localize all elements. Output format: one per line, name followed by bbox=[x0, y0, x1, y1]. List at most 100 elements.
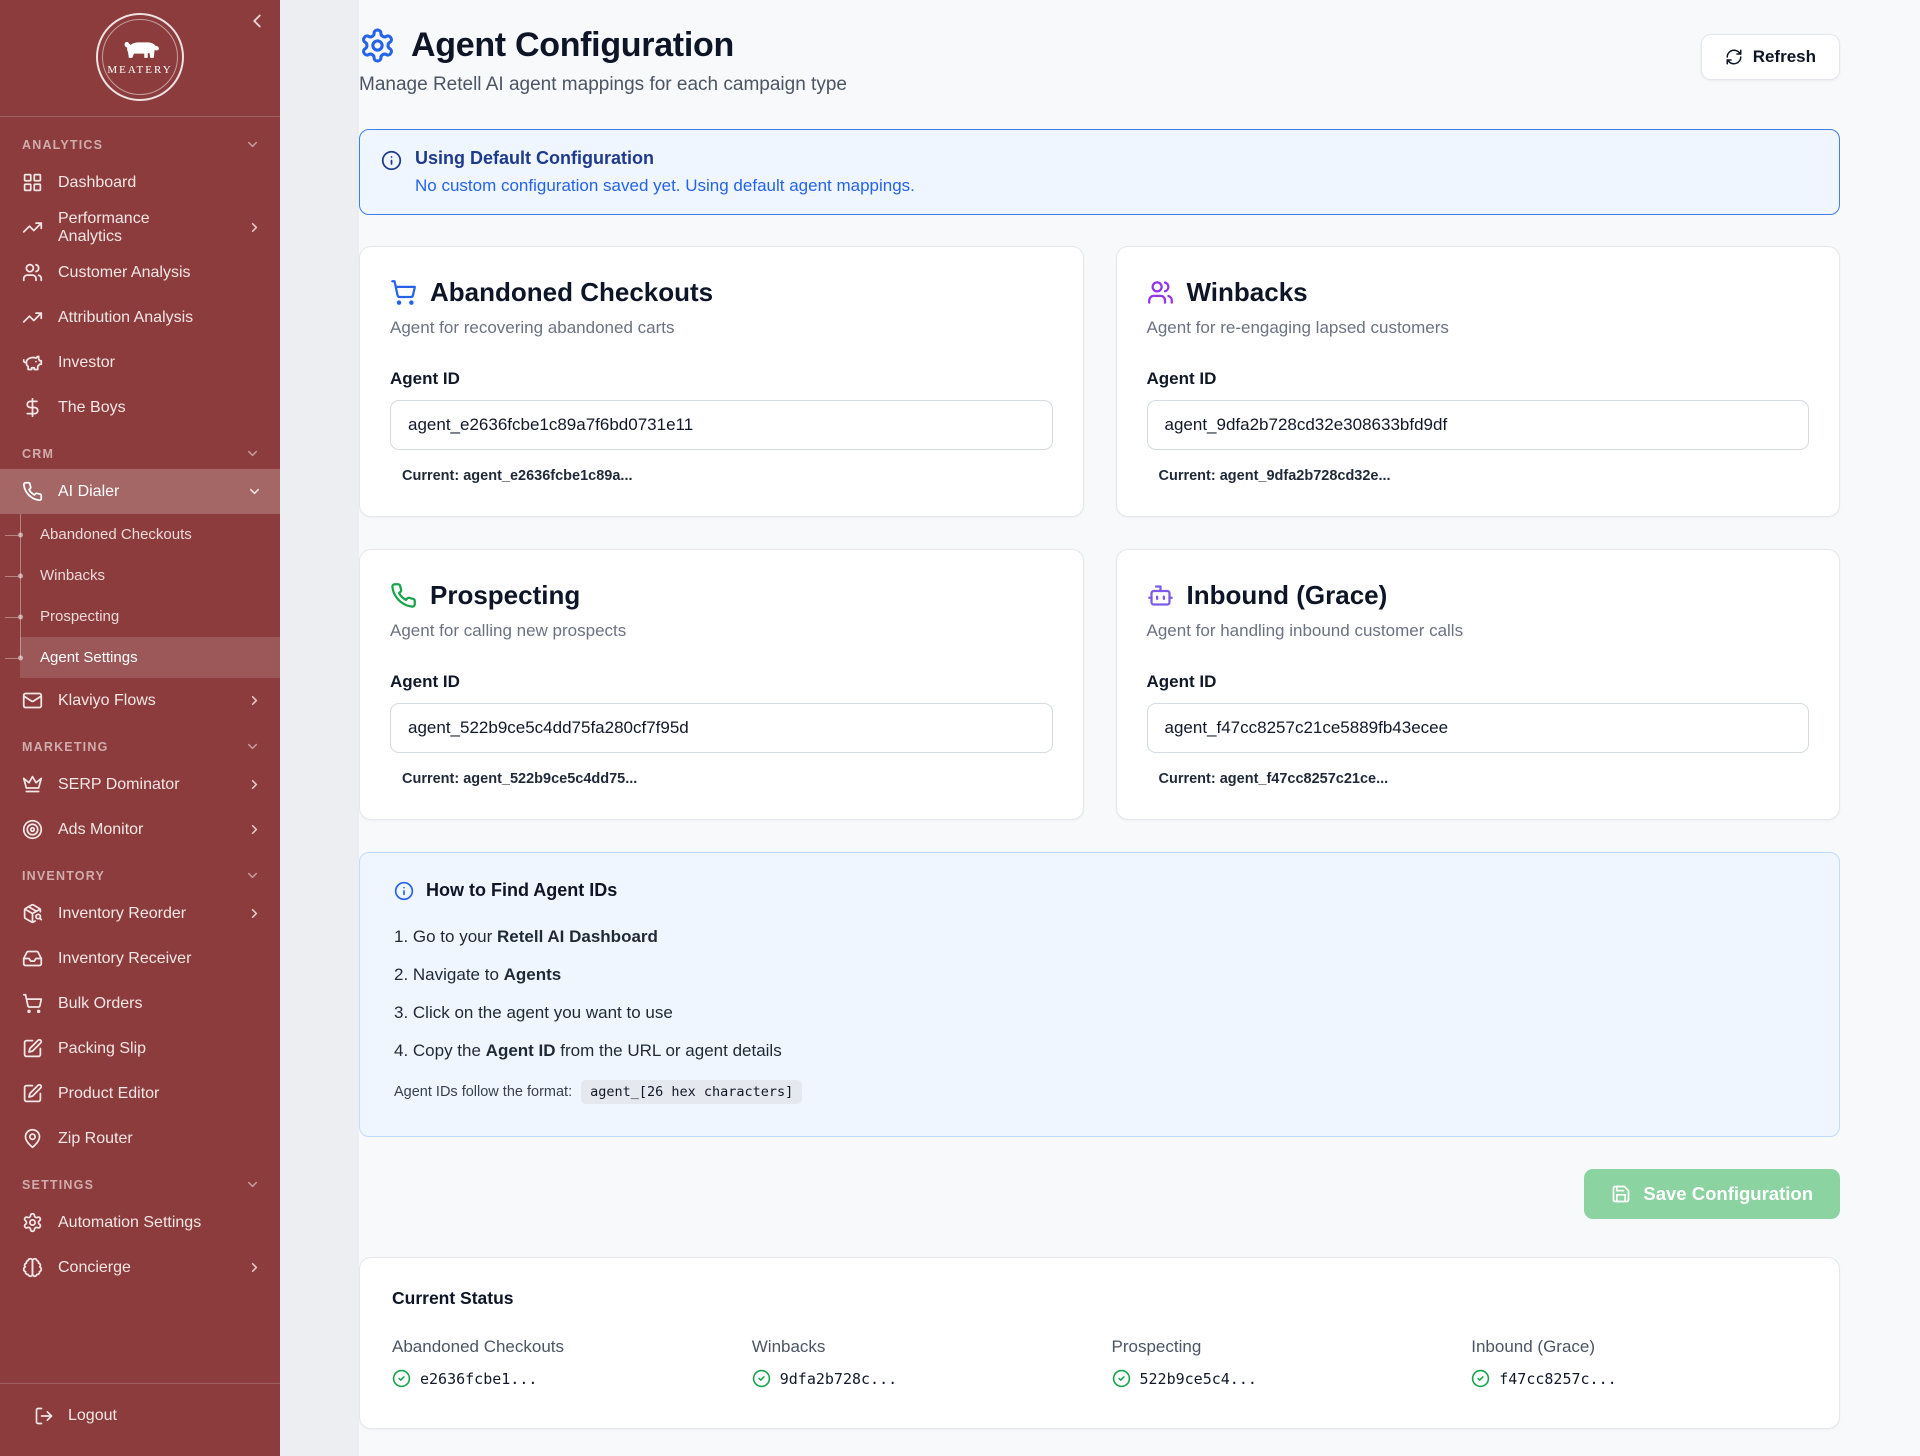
format-label: Agent IDs follow the format: bbox=[394, 1084, 572, 1100]
section-label: SETTINGS bbox=[22, 1178, 94, 1192]
sidebar-item-attribution-analysis[interactable]: Attribution Analysis bbox=[0, 295, 280, 340]
howto-title: How to Find Agent IDs bbox=[426, 880, 617, 901]
agent-id-input[interactable] bbox=[390, 703, 1053, 753]
sidebar-item-ads-monitor[interactable]: Ads Monitor bbox=[0, 807, 280, 852]
sidebar-subitem-prospecting[interactable]: Prospecting bbox=[0, 596, 280, 637]
sidebar-item-label: Product Editor bbox=[58, 1085, 159, 1103]
status-agent-id: 522b9ce5c4... bbox=[1140, 1370, 1257, 1388]
sidebar-item-packing-slip[interactable]: Packing Slip bbox=[0, 1026, 280, 1071]
banner-text: Using Default Configuration No custom co… bbox=[415, 148, 915, 196]
refresh-button[interactable]: Refresh bbox=[1701, 34, 1840, 80]
agent-cards-grid: Abandoned Checkouts Agent for recovering… bbox=[359, 246, 1840, 820]
refresh-icon bbox=[1725, 48, 1743, 66]
sidebar-item-ai-dialer[interactable]: AI Dialer bbox=[0, 469, 280, 514]
sidebar-item-zip-router[interactable]: Zip Router bbox=[0, 1116, 280, 1161]
sidebar-item-label: SERP Dominator bbox=[58, 776, 180, 794]
card-title: Abandoned Checkouts bbox=[430, 277, 713, 308]
card-description: Agent for handling inbound customer call… bbox=[1147, 621, 1810, 641]
ai-dialer-subnav: Abandoned Checkouts Winbacks Prospecting… bbox=[0, 514, 280, 678]
card-title: Winbacks bbox=[1187, 277, 1308, 308]
card-prospecting: Prospecting Agent for calling new prospe… bbox=[359, 549, 1084, 820]
phone-icon bbox=[22, 481, 43, 502]
section-header-crm[interactable]: CRM bbox=[0, 430, 280, 469]
default-config-banner: Using Default Configuration No custom co… bbox=[359, 129, 1840, 215]
sidebar-item-performance-analytics[interactable]: Performance Analytics bbox=[0, 205, 280, 250]
card-title: Prospecting bbox=[430, 580, 580, 611]
check-circle-icon bbox=[752, 1369, 771, 1388]
card-inbound-grace: Inbound (Grace) Agent for handling inbou… bbox=[1116, 549, 1841, 820]
dollar-sign-icon bbox=[22, 397, 43, 418]
package-search-icon bbox=[22, 903, 43, 924]
section-header-marketing[interactable]: MARKETING bbox=[0, 723, 280, 762]
sidebar-item-label: Inventory Receiver bbox=[58, 950, 191, 968]
logout-button[interactable]: Logout bbox=[0, 1383, 280, 1456]
sidebar-collapse-button[interactable] bbox=[246, 10, 268, 37]
logout-icon bbox=[34, 1406, 54, 1426]
sidebar-subitem-abandoned-checkouts[interactable]: Abandoned Checkouts bbox=[0, 514, 280, 555]
sidebar-item-dashboard[interactable]: Dashboard bbox=[0, 160, 280, 205]
chevron-right-icon bbox=[247, 822, 262, 837]
current-status-card: Current Status Abandoned Checkouts e2636… bbox=[359, 1257, 1840, 1429]
sidebar-item-investor[interactable]: Investor bbox=[0, 340, 280, 385]
status-title: Current Status bbox=[392, 1288, 1807, 1309]
piggy-bank-icon bbox=[22, 352, 43, 373]
gear-icon bbox=[22, 1212, 43, 1233]
chevron-right-icon bbox=[247, 777, 262, 792]
agent-id-input[interactable] bbox=[1147, 400, 1810, 450]
chevron-right-icon bbox=[247, 693, 262, 708]
sidebar-item-serp-dominator[interactable]: SERP Dominator bbox=[0, 762, 280, 807]
agent-id-input[interactable] bbox=[1147, 703, 1810, 753]
sidebar-item-inventory-receiver[interactable]: Inventory Receiver bbox=[0, 936, 280, 981]
sidebar-item-bulk-orders[interactable]: Bulk Orders bbox=[0, 981, 280, 1026]
sidebar-item-automation-settings[interactable]: Automation Settings bbox=[0, 1200, 280, 1245]
dashboard-grid-icon bbox=[22, 172, 43, 193]
sidebar-item-label: Ads Monitor bbox=[58, 821, 143, 839]
info-icon bbox=[381, 150, 402, 171]
section-header-inventory[interactable]: INVENTORY bbox=[0, 852, 280, 891]
save-label: Save Configuration bbox=[1643, 1183, 1813, 1205]
check-circle-icon bbox=[1471, 1369, 1490, 1388]
chevron-down-icon bbox=[245, 868, 260, 883]
sidebar-item-customer-analysis[interactable]: Customer Analysis bbox=[0, 250, 280, 295]
check-circle-icon bbox=[1112, 1369, 1131, 1388]
status-agent-id: f47cc8257c... bbox=[1499, 1370, 1616, 1388]
mail-icon bbox=[22, 690, 43, 711]
sidebar-nav: ANALYTICS Dashboard Performance Analytic… bbox=[0, 117, 280, 1375]
agent-id-format: Agent IDs follow the format: agent_[26 h… bbox=[394, 1080, 1805, 1104]
page-title: Agent Configuration bbox=[411, 26, 734, 65]
sidebar-subitem-agent-settings[interactable]: Agent Settings bbox=[0, 637, 280, 678]
sidebar-subitem-label: Abandoned Checkouts bbox=[40, 526, 192, 543]
cow-icon bbox=[119, 39, 161, 63]
sidebar-item-label: Packing Slip bbox=[58, 1040, 146, 1058]
users-icon bbox=[1147, 279, 1174, 306]
status-label: Winbacks bbox=[752, 1337, 1088, 1357]
edit-icon bbox=[22, 1038, 43, 1059]
card-title: Inbound (Grace) bbox=[1187, 580, 1388, 611]
section-header-settings[interactable]: SETTINGS bbox=[0, 1161, 280, 1200]
chevron-down-icon bbox=[245, 137, 260, 152]
sidebar-item-label: Concierge bbox=[58, 1259, 131, 1277]
sidebar-item-label: Inventory Reorder bbox=[58, 905, 186, 923]
sidebar-subitem-winbacks[interactable]: Winbacks bbox=[0, 555, 280, 596]
target-icon bbox=[22, 819, 43, 840]
sidebar-subitem-label: Prospecting bbox=[40, 608, 119, 625]
shopping-cart-icon bbox=[22, 993, 43, 1014]
sidebar-item-concierge[interactable]: Concierge bbox=[0, 1245, 280, 1290]
chevron-right-icon bbox=[247, 906, 262, 921]
agent-id-input[interactable] bbox=[390, 400, 1053, 450]
sidebar-item-inventory-reorder[interactable]: Inventory Reorder bbox=[0, 891, 280, 936]
howto-step: 4. Copy the Agent ID from the URL or age… bbox=[394, 1041, 1805, 1061]
sidebar-item-product-editor[interactable]: Product Editor bbox=[0, 1071, 280, 1116]
howto-step: 2. Navigate to Agents bbox=[394, 965, 1805, 985]
page-subtitle: Manage Retell AI agent mappings for each… bbox=[359, 74, 847, 96]
section-header-analytics[interactable]: ANALYTICS bbox=[0, 121, 280, 160]
sidebar-subitem-label: Agent Settings bbox=[40, 649, 138, 666]
sidebar-item-klaviyo-flows[interactable]: Klaviyo Flows bbox=[0, 678, 280, 723]
trending-up-icon bbox=[22, 307, 43, 328]
howto-steps: 1. Go to your Retell AI Dashboard 2. Nav… bbox=[394, 927, 1805, 1061]
sidebar-item-the-boys[interactable]: The Boys bbox=[0, 385, 280, 430]
status-entry-winbacks: Winbacks 9dfa2b728c... bbox=[752, 1337, 1088, 1388]
howto-step: 3. Click on the agent you want to use bbox=[394, 1003, 1805, 1023]
save-configuration-button[interactable]: Save Configuration bbox=[1584, 1169, 1840, 1219]
info-icon bbox=[394, 881, 414, 901]
